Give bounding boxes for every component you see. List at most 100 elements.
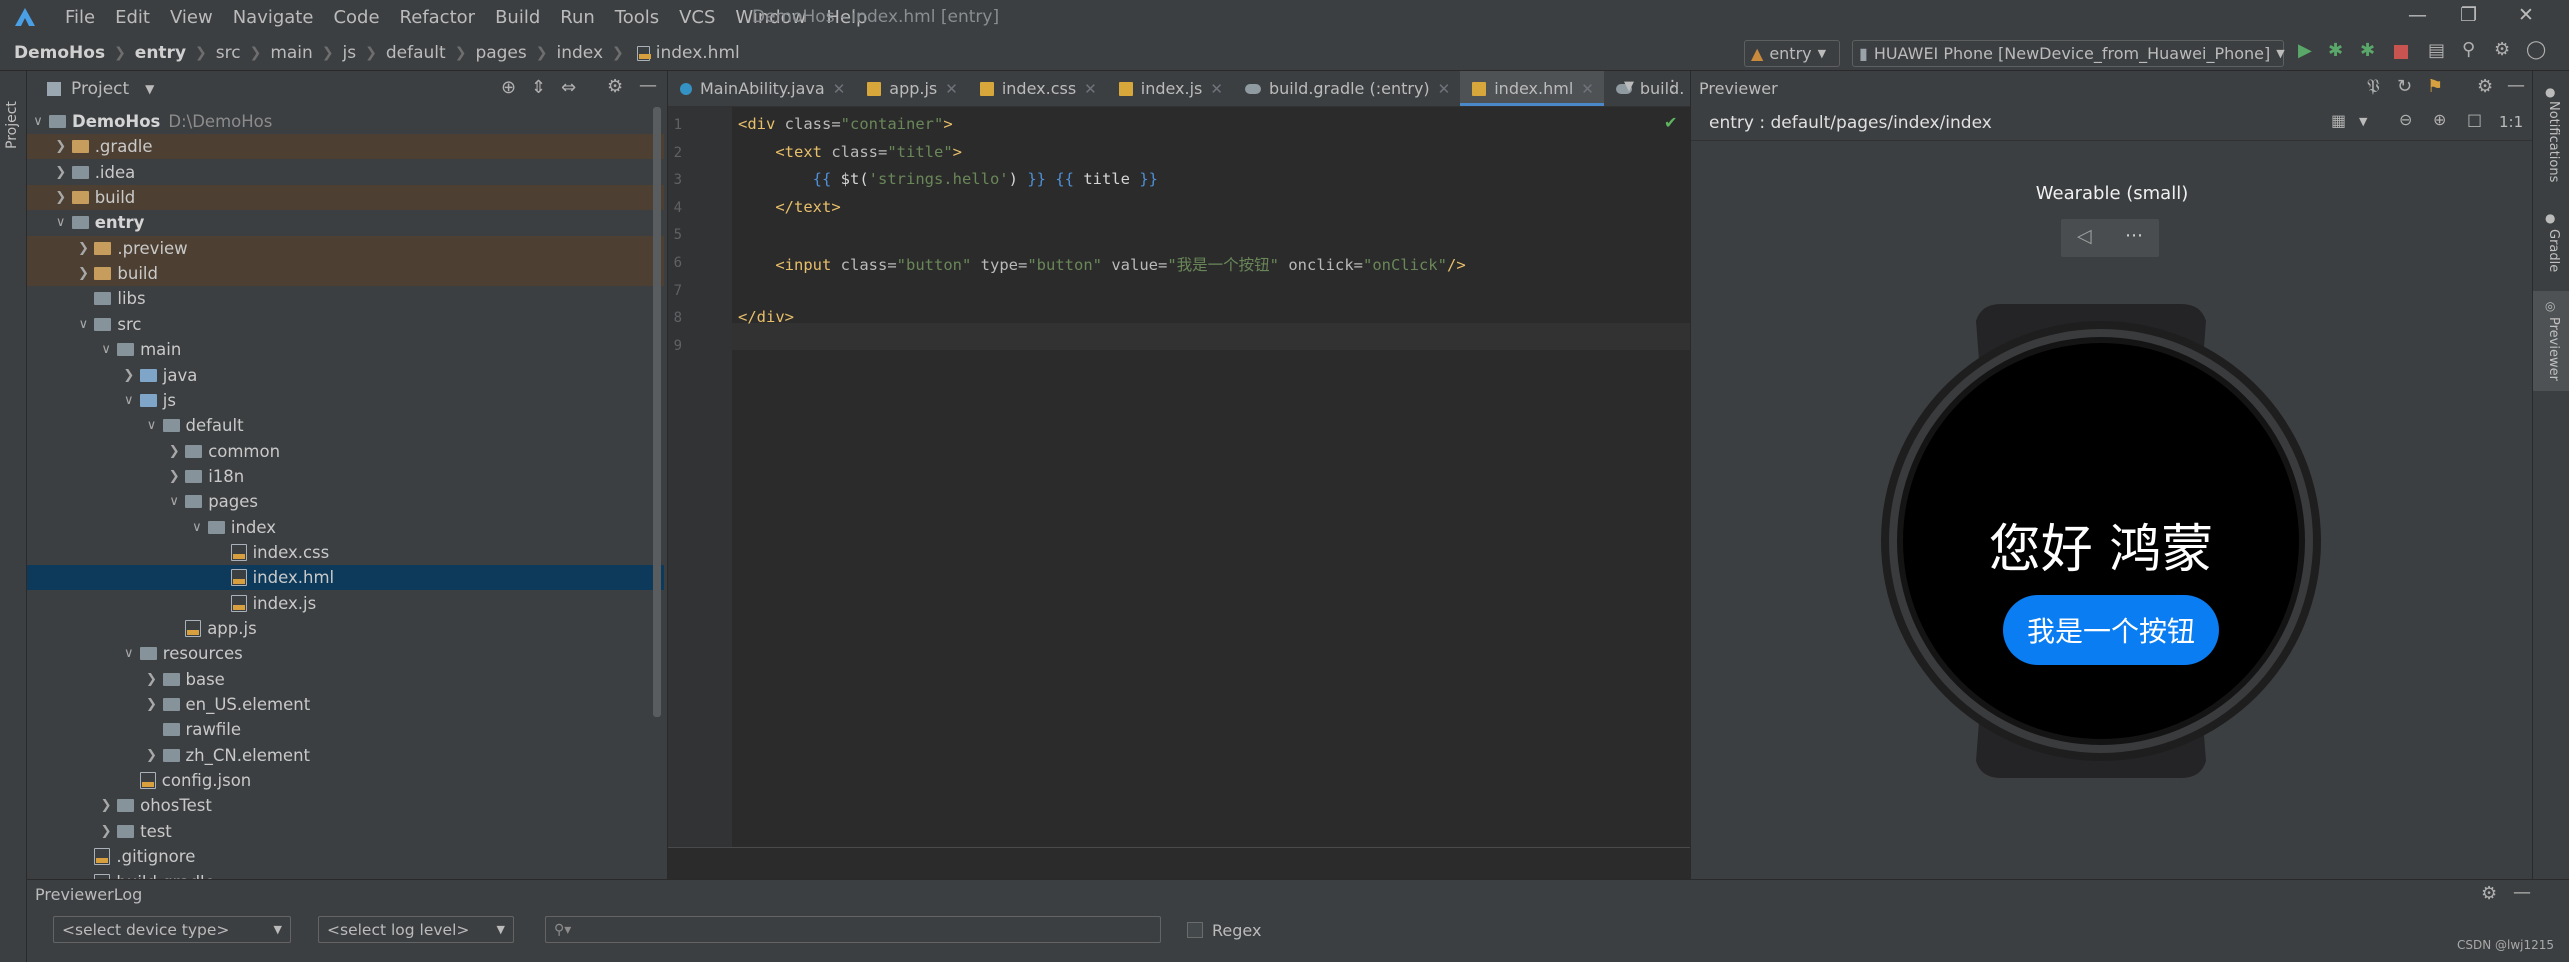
breadcrumb-item[interactable]: js (343, 43, 357, 63)
back-icon[interactable]: ◁ (2077, 225, 2092, 247)
view-mode-dropdown-icon[interactable]: ▼ (145, 82, 154, 96)
close-tab-icon[interactable]: ✕ (945, 80, 958, 98)
breadcrumb-item[interactable]: src (216, 43, 241, 63)
code-line[interactable]: <input class="button" type="button" valu… (738, 253, 1465, 275)
close-tab-icon[interactable]: ✕ (1084, 80, 1097, 98)
collapse-chevron-icon[interactable]: ∨ (54, 215, 68, 230)
breadcrumb-item[interactable]: default (386, 43, 446, 63)
debug-icon[interactable]: ✱ (2328, 40, 2343, 61)
collapse-chevron-icon[interactable]: ∨ (190, 520, 204, 535)
expand-chevron-icon[interactable]: ❯ (54, 165, 68, 180)
minimize-icon[interactable]: — (2408, 4, 2427, 26)
menu-run[interactable]: Run (550, 7, 605, 28)
editor-tab[interactable]: build.gradle (:entry) ✕ (1233, 71, 1460, 106)
tree-scrollbar[interactable] (653, 107, 661, 717)
tree-item[interactable]: ∨ pages (27, 489, 664, 514)
tree-item[interactable]: ❯ build (27, 261, 664, 287)
editor-tab[interactable]: index.hml ✕ (1460, 71, 1604, 106)
menu-file[interactable]: File (55, 7, 105, 28)
tree-item[interactable]: ❯ .gradle (27, 134, 664, 160)
menu-refactor[interactable]: Refactor (390, 7, 486, 28)
locate-file-icon[interactable]: ⊕ (501, 77, 516, 98)
breadcrumb-item[interactable]: index (557, 43, 604, 63)
tree-item[interactable]: index.hml (27, 565, 664, 591)
expand-chevron-icon[interactable]: ❯ (145, 748, 159, 763)
editor-tab[interactable]: index.js ✕ (1107, 71, 1233, 106)
log-level-select[interactable]: <select log level> ▼ (318, 916, 514, 943)
editor-tab[interactable]: MainAbility.java ✕ (668, 71, 855, 106)
panel-settings-icon[interactable]: ⚙ (607, 76, 623, 97)
expand-chevron-icon[interactable]: ❯ (167, 469, 181, 484)
tree-item[interactable]: ∨ default (27, 413, 664, 438)
expand-chevron-icon[interactable]: ❯ (99, 798, 113, 813)
tree-item[interactable]: ❯ ohosTest (27, 793, 664, 818)
log-settings-icon[interactable]: ⚙ (2481, 883, 2497, 904)
expand-chevron-icon[interactable]: ❯ (54, 190, 68, 205)
menu-view[interactable]: View (160, 7, 223, 28)
module-select[interactable]: ▲ entry ▼ (1744, 40, 1840, 67)
expand-chevron-icon[interactable]: ❯ (76, 266, 90, 281)
code-line[interactable]: </div> (738, 308, 794, 326)
collapse-chevron-icon[interactable]: ∨ (76, 317, 90, 332)
expand-chevron-icon[interactable]: ❯ (99, 824, 113, 839)
previewer-tool-button[interactable]: Previewer (2546, 317, 2561, 381)
tree-item[interactable]: .gitignore (27, 844, 664, 869)
close-icon[interactable]: ✕ (2518, 4, 2534, 26)
hide-panel-icon[interactable]: — (639, 75, 657, 96)
breadcrumb-item[interactable]: entry (135, 43, 186, 63)
gradle-tool-button[interactable]: Gradle (2546, 229, 2561, 272)
breadcrumb-item[interactable]: index.hml (656, 43, 740, 63)
log-hide-icon[interactable]: — (2513, 882, 2531, 903)
breadcrumb-item[interactable]: pages (475, 43, 526, 63)
tree-item[interactable]: ∨ main (27, 337, 664, 362)
expand-chevron-icon[interactable]: ❯ (122, 368, 136, 383)
previewer-hide-icon[interactable]: — (2507, 75, 2525, 96)
code-line[interactable]: {{ $t('strings.hello') }} {{ title }} (738, 170, 1158, 188)
account-icon[interactable]: ◯ (2526, 39, 2546, 60)
menu-code[interactable]: Code (323, 7, 389, 28)
refresh-icon[interactable]: ↻ (2397, 76, 2412, 97)
collapse-chevron-icon[interactable]: ∨ (145, 418, 159, 433)
tree-item[interactable]: build.gradle (27, 870, 664, 879)
close-tab-icon[interactable]: ✕ (1438, 80, 1451, 98)
log-search-input[interactable]: ⚲▾ (545, 916, 1161, 943)
tree-item[interactable]: index.js (27, 591, 664, 616)
expand-all-icon[interactable]: ⇕ (531, 77, 546, 98)
tree-item[interactable]: ∨ index (27, 515, 664, 540)
breadcrumb-item[interactable]: main (270, 43, 312, 63)
collapse-chevron-icon[interactable]: ∨ (122, 393, 136, 408)
tabs-overflow-icon[interactable]: ▼ (1624, 79, 1634, 94)
menu-vcs[interactable]: VCS (669, 7, 725, 28)
tree-item[interactable]: ❯ .idea (27, 160, 664, 185)
menu-build[interactable]: Build (485, 7, 550, 28)
expand-chevron-icon[interactable]: ❯ (145, 697, 159, 712)
collapse-chevron-icon[interactable]: ∨ (99, 342, 113, 357)
tree-item[interactable]: ❯ test (27, 819, 664, 844)
multi-device-dropdown-icon[interactable]: ▼ (2359, 115, 2367, 128)
preview-button[interactable]: 我是一个按钮 (2003, 595, 2219, 665)
search-icon[interactable]: ⚲ (2462, 39, 2475, 60)
close-tab-icon[interactable]: ✕ (1210, 80, 1223, 98)
expand-chevron-icon[interactable]: ❯ (54, 139, 68, 154)
regex-checkbox[interactable] (1187, 922, 1203, 938)
project-tool-window-button[interactable]: Project (4, 101, 20, 149)
collapse-all-icon[interactable]: ⇔ (561, 77, 576, 98)
tree-item[interactable]: ❯ java (27, 363, 664, 388)
more-icon[interactable]: ⋯ (2125, 225, 2143, 246)
project-structure-icon[interactable]: ▤ (2428, 40, 2445, 61)
menu-navigate[interactable]: Navigate (223, 7, 324, 28)
tree-item[interactable]: libs (27, 286, 664, 311)
expand-chevron-icon[interactable]: ❯ (76, 241, 90, 256)
tree-item[interactable]: ∨ js (27, 388, 664, 413)
tree-item[interactable]: ❯ en_US.element (27, 692, 664, 717)
code-line[interactable]: </text> (738, 198, 840, 216)
close-tab-icon[interactable]: ✕ (1581, 80, 1594, 98)
inspector-icon[interactable]: ⚑ (2427, 76, 2443, 97)
tree-item[interactable]: ∨ resources (27, 641, 664, 666)
tree-item[interactable]: ❯ build (27, 185, 664, 211)
settings-icon[interactable]: ⚙ (2494, 39, 2510, 60)
tree-item[interactable]: index.css (27, 540, 664, 565)
tree-item[interactable]: ❯ zh_CN.element (27, 743, 664, 768)
run-icon[interactable]: ▶ (2298, 40, 2312, 61)
tree-item[interactable]: ∨ src (27, 312, 664, 337)
